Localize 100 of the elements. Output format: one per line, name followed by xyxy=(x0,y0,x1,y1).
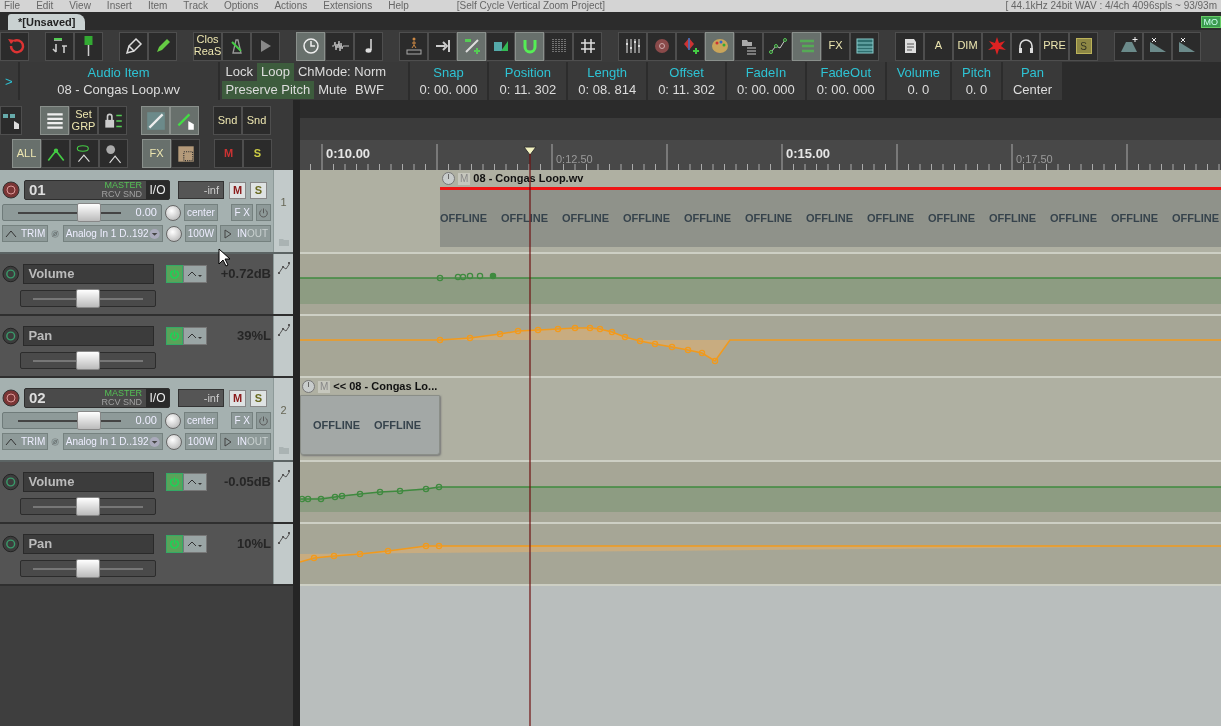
field-value[interactable]: 0: 00. 000 xyxy=(737,80,795,99)
toolbar-text-button[interactable]: DIM xyxy=(953,31,982,61)
toolbar-text-button[interactable]: FX xyxy=(821,31,850,61)
toolbar-text-button[interactable]: ALL xyxy=(12,139,41,168)
mute-button[interactable]: M xyxy=(229,389,246,407)
menu-item[interactable]: Help xyxy=(388,0,409,12)
menu-item[interactable]: Insert xyxy=(106,0,132,12)
item-flag-toggle[interactable]: BWF xyxy=(351,81,388,99)
waveform-button[interactable] xyxy=(325,31,354,61)
fader-thumb[interactable] xyxy=(76,289,100,308)
fader-thumb[interactable] xyxy=(76,351,100,370)
ramp-cross-button[interactable] xyxy=(1172,31,1201,61)
grid-button[interactable] xyxy=(573,31,602,61)
toolbar-text-button[interactable]: Snd xyxy=(242,106,271,135)
io-button[interactable]: I/O xyxy=(146,389,169,407)
solo-toolbar-button[interactable]: S xyxy=(1069,31,1098,61)
envelope-name[interactable]: Volume xyxy=(23,472,155,492)
pan-knob[interactable] xyxy=(165,412,181,429)
width-knob[interactable] xyxy=(165,225,182,242)
music-note-button[interactable] xyxy=(354,31,383,61)
menu-item[interactable]: Edit xyxy=(36,0,54,12)
item-flag-toggle[interactable]: ChMode: Norm xyxy=(294,63,391,81)
chain-hand-button[interactable] xyxy=(170,106,199,135)
envelope-fader[interactable] xyxy=(20,352,156,369)
pencil-button[interactable] xyxy=(148,31,177,61)
project-tab[interactable]: *[Unsaved] xyxy=(8,14,86,30)
layout-hand-button[interactable] xyxy=(0,106,22,135)
audio-item[interactable]: OFFLINE OFFLINE xyxy=(300,395,440,455)
envelope-name[interactable]: Pan xyxy=(23,534,155,554)
envelope-mode-button[interactable] xyxy=(182,473,207,491)
envelope-points-button[interactable] xyxy=(763,31,792,61)
item-flag-toggle[interactable]: Lock xyxy=(221,63,258,81)
frame-button[interactable] xyxy=(171,139,200,168)
io-button[interactable]: I/O xyxy=(146,181,169,199)
envelope-fader[interactable] xyxy=(20,498,156,515)
arrow-right-button[interactable] xyxy=(428,31,457,61)
pen-button[interactable] xyxy=(119,31,148,61)
toolbar-text-button[interactable]: Clos ReaS xyxy=(193,31,222,61)
table-button[interactable] xyxy=(850,31,879,61)
pan-knob[interactable] xyxy=(165,204,181,221)
menu-item[interactable]: View xyxy=(69,0,91,12)
item-flag-toggle[interactable]: Loop xyxy=(257,63,294,81)
metronome-button[interactable] xyxy=(222,31,251,61)
shapes-button[interactable] xyxy=(486,31,515,61)
menu-item[interactable]: Item xyxy=(147,0,168,12)
lines-button[interactable] xyxy=(792,31,821,61)
envelope-fader[interactable] xyxy=(20,560,156,577)
item-flag-toggle[interactable]: Mute xyxy=(314,81,352,99)
mixer-button[interactable] xyxy=(618,31,647,61)
menu-item[interactable]: File xyxy=(4,0,21,12)
palette-button[interactable] xyxy=(705,31,734,61)
magnet-button[interactable] xyxy=(515,31,544,61)
item-flag-toggle[interactable]: Preserve Pitch xyxy=(221,81,315,99)
fader-thumb[interactable] xyxy=(76,559,100,578)
split-button[interactable] xyxy=(45,31,74,61)
folder-list-button[interactable] xyxy=(734,31,763,61)
field-value[interactable]: 0: 08. 814 xyxy=(578,80,637,99)
envelope-mode-button[interactable] xyxy=(182,535,207,553)
fader-thumb[interactable] xyxy=(76,411,101,430)
field-value[interactable]: 0. 0 xyxy=(896,80,941,99)
toolbar-text-button[interactable]: Snd xyxy=(213,106,242,135)
lock-list-button[interactable] xyxy=(98,106,127,135)
link-plus-button[interactable] xyxy=(457,31,486,61)
toolbar-text-button[interactable]: S xyxy=(243,139,272,168)
field-value[interactable]: Center xyxy=(1012,80,1052,99)
ramp-plus-button[interactable] xyxy=(1114,31,1143,61)
headphones-button[interactable] xyxy=(1011,31,1040,61)
diamond-plus-button[interactable] xyxy=(676,31,705,61)
ramp-cross-button[interactable] xyxy=(1143,31,1172,61)
track-name[interactable]: 02 xyxy=(25,389,46,407)
envelope-mode-button[interactable] xyxy=(182,265,207,283)
fader-thumb[interactable] xyxy=(76,203,101,222)
envelope-button[interactable] xyxy=(41,139,70,168)
mute-button[interactable]: M xyxy=(229,181,246,199)
list-grid-button[interactable] xyxy=(40,106,69,135)
track-name[interactable]: 01 xyxy=(25,181,46,199)
marker-button[interactable] xyxy=(74,31,103,61)
fader-thumb[interactable] xyxy=(76,497,100,516)
field-value[interactable]: 0: 00. 000 xyxy=(816,80,875,99)
envelope-name[interactable]: Pan xyxy=(23,326,155,346)
toolbar-text-button[interactable]: A xyxy=(924,31,953,61)
field-value[interactable]: 0. 0 xyxy=(962,80,991,99)
toolbar-text-button[interactable]: FX xyxy=(142,139,171,168)
field-value[interactable]: 0: 11. 302 xyxy=(658,80,715,99)
notepad-button[interactable] xyxy=(895,31,924,61)
dotted-grid-button[interactable] xyxy=(544,31,573,61)
menu-item[interactable]: Actions xyxy=(274,0,308,12)
solo-button[interactable]: S xyxy=(250,181,267,199)
eye-envelope-button[interactable] xyxy=(70,139,99,168)
toolbar-text-button[interactable]: Set GRP xyxy=(69,106,98,135)
envelope-mode-button[interactable] xyxy=(182,327,207,345)
undo-button[interactable] xyxy=(0,31,29,61)
envelope-name[interactable]: Volume xyxy=(23,264,155,284)
menu-item[interactable]: Extensions xyxy=(323,0,373,12)
envelope-fader[interactable] xyxy=(20,290,156,307)
play-button[interactable] xyxy=(251,31,280,61)
menu-item[interactable]: Track xyxy=(183,0,208,12)
width-knob[interactable] xyxy=(165,433,182,450)
field-value[interactable]: 0: 00. 000 xyxy=(419,80,478,99)
field-value[interactable]: 0: 11. 302 xyxy=(499,80,557,99)
